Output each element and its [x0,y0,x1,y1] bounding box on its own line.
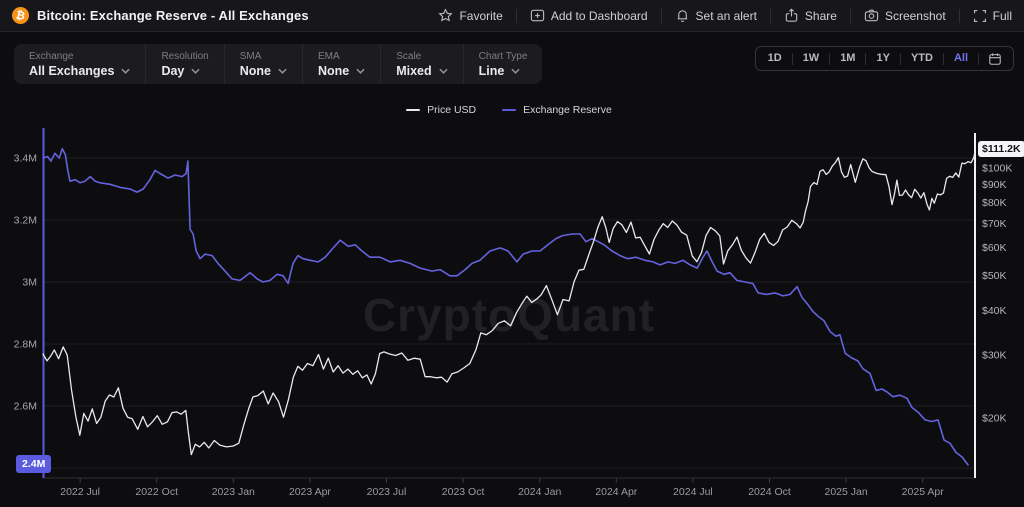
camera-icon [864,8,879,23]
y-right-tick-label: $30K [982,350,1007,362]
share-label: Share [805,9,837,23]
x-tick-label: 2025 Jan [824,486,867,498]
exchange-select[interactable]: Exchange All Exchanges [14,44,145,84]
chart-type-value: Line [479,64,505,78]
x-tick-label: 2023 Jan [212,486,255,498]
chart-title-group: ₿ Bitcoin: Exchange Reserve - All Exchan… [12,7,309,24]
divider [959,9,960,23]
sma-value: None [240,64,271,78]
screenshot-label: Screenshot [885,9,946,23]
y-right-tick-label: $70K [982,218,1007,230]
divider [770,9,771,23]
range-ytd-button[interactable]: YTD [901,47,943,70]
chevron-down-icon [278,68,287,74]
legend-item-reserve[interactable]: Exchange Reserve [502,104,612,116]
range-1d-button[interactable]: 1D [758,47,792,70]
custom-date-button[interactable] [979,52,1011,66]
ema-select[interactable]: EMA None [302,44,380,84]
chevron-down-icon [439,68,448,74]
add-dashboard-icon [530,8,545,23]
chart-type-label: Chart Type [479,51,528,62]
x-tick-label: 2024 Apr [595,486,638,498]
legend-reserve-label: Exchange Reserve [523,104,612,116]
header-actions: Favorite Add to Dashboard Set an alert S… [438,8,1012,23]
reserve-last-value-badge: 2.4M [16,455,51,473]
share-button[interactable]: Share [784,8,837,23]
bitcoin-icon: ₿ [12,7,29,24]
divider [516,9,517,23]
favorite-button[interactable]: Favorite [438,8,502,23]
scale-label: Scale [396,51,447,62]
sma-select[interactable]: SMA None [224,44,302,84]
range-all-button[interactable]: All [944,47,978,70]
x-tick-label: 2023 Oct [442,486,485,498]
chart-legend: Price USD Exchange Reserve [43,104,975,116]
x-tick-label: 2022 Oct [135,486,178,498]
fullscreen-label: Full [993,9,1012,23]
x-tick-label: 2024 Oct [748,486,791,498]
exchange-label: Exchange [29,51,130,62]
fullscreen-button[interactable]: Full [973,9,1012,23]
y-right-tick-label: $50K [982,270,1007,282]
bell-icon [675,8,690,23]
x-tick-label: 2024 Jul [673,486,713,498]
resolution-select[interactable]: Resolution Day [145,44,223,84]
calendar-icon [988,52,1002,66]
chevron-down-icon [511,68,520,74]
y-left-tick-label: 3.2M [14,215,37,227]
resolution-label: Resolution [161,51,208,62]
price-line [43,152,975,455]
price-swatch [406,109,420,111]
resolution-value: Day [161,64,184,78]
set-alert-label: Set an alert [696,9,757,23]
set-alert-button[interactable]: Set an alert [675,8,757,23]
fullscreen-icon [973,9,987,23]
add-to-dashboard-button[interactable]: Add to Dashboard [530,8,648,23]
star-icon [438,8,453,23]
add-to-dashboard-label: Add to Dashboard [551,9,648,23]
legend-price-label: Price USD [427,104,476,116]
chevron-down-icon [191,68,200,74]
y-right-tick-label: $90K [982,179,1007,191]
x-tick-label: 2023 Apr [289,486,332,498]
chart-settings-panel: Exchange All Exchanges Resolution Day SM… [14,44,542,84]
chart-type-select[interactable]: Chart Type Line [463,44,543,84]
ema-value: None [318,64,349,78]
price-last-value-badge: $111.2K [978,141,1024,157]
range-1m-button[interactable]: 1M [830,47,865,70]
exchange-value: All Exchanges [29,64,114,78]
y-right-tick-label: $20K [982,413,1007,425]
divider [850,9,851,23]
sma-label: SMA [240,51,287,62]
range-1y-button[interactable]: 1Y [866,47,899,70]
share-icon [784,8,799,23]
y-right-tick-label: $80K [982,197,1007,209]
reserve-swatch [502,109,516,111]
x-tick-label: 2024 Jan [518,486,561,498]
y-right-tick-label: $60K [982,242,1007,254]
y-right-tick-label: $40K [982,305,1007,317]
page-title: Bitcoin: Exchange Reserve - All Exchange… [37,8,309,23]
y-left-tick-label: 2.6M [14,401,37,413]
divider [661,9,662,23]
screenshot-button[interactable]: Screenshot [864,8,946,23]
reserve-line [43,149,968,465]
chevron-down-icon [121,68,130,74]
y-left-tick-label: 3M [22,277,37,289]
y-left-tick-label: 3.4M [14,153,37,165]
ema-label: EMA [318,51,365,62]
legend-item-price[interactable]: Price USD [406,104,476,116]
time-range-selector: 1D 1W 1M 1Y YTD All [755,46,1014,71]
x-tick-label: 2022 Jul [60,486,100,498]
header-bar: ₿ Bitcoin: Exchange Reserve - All Exchan… [0,0,1024,32]
chevron-down-icon [356,68,365,74]
favorite-label: Favorite [459,9,502,23]
x-tick-label: 2023 Jul [367,486,407,498]
range-1w-button[interactable]: 1W [793,47,830,70]
x-tick-label: 2025 Apr [902,486,945,498]
y-right-tick-label: $100K [982,163,1012,175]
y-left-tick-label: 2.8M [14,339,37,351]
scale-value: Mixed [396,64,431,78]
scale-select[interactable]: Scale Mixed [380,44,462,84]
